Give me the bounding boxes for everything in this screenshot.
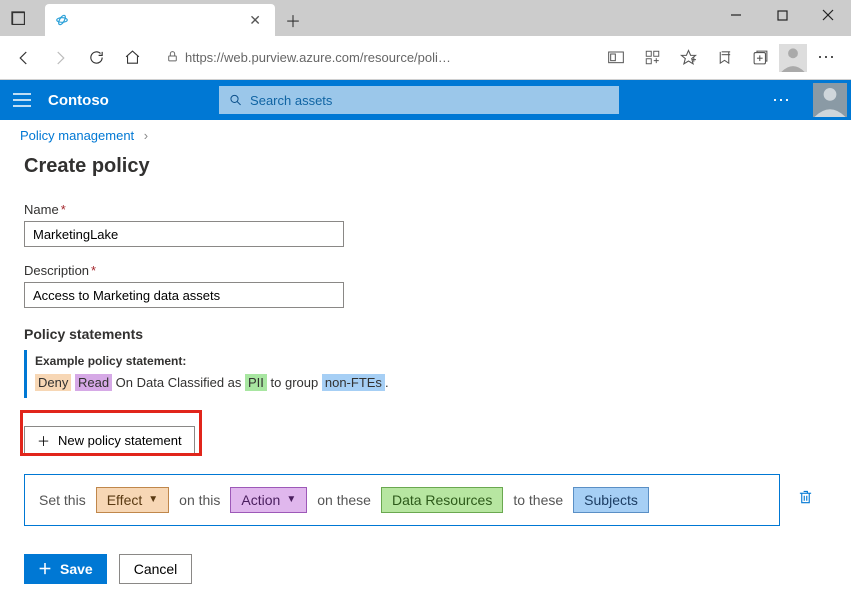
browser-tab[interactable]: ✕ bbox=[45, 4, 275, 36]
plus-icon: ＋ bbox=[38, 559, 52, 579]
plus-icon: ＋ bbox=[37, 431, 50, 450]
example-text: Deny Read On Data Classified as PII to g… bbox=[35, 373, 819, 394]
browser-toolbar: https://web.purview.azure.com/resource/p… bbox=[0, 36, 851, 80]
breadcrumb: Policy management › bbox=[0, 120, 851, 151]
app-header: Contoso ⋯ bbox=[0, 80, 851, 120]
search-box[interactable] bbox=[219, 86, 619, 114]
example-statement: Example policy statement: Deny Read On D… bbox=[24, 350, 827, 398]
new-policy-statement-button[interactable]: ＋ New policy statement bbox=[24, 426, 195, 456]
delete-statement-button[interactable] bbox=[798, 489, 813, 508]
header-more-button[interactable]: ⋯ bbox=[762, 83, 801, 117]
collections-button[interactable] bbox=[743, 42, 777, 74]
tab-close-icon[interactable]: ✕ bbox=[245, 10, 265, 31]
search-input[interactable] bbox=[250, 93, 609, 108]
description-label: Description* bbox=[24, 263, 827, 278]
url-text: https://web.purview.azure.com/resource/p… bbox=[185, 50, 451, 65]
lock-icon bbox=[166, 50, 179, 66]
chevron-right-icon: › bbox=[144, 128, 148, 143]
policy-statement-editor: Set this Effect▼ on this Action▼ on thes… bbox=[24, 474, 780, 526]
tabs-button[interactable] bbox=[0, 0, 36, 36]
breadcrumb-link[interactable]: Policy management bbox=[20, 128, 134, 143]
subjects-selector[interactable]: Subjects bbox=[573, 487, 649, 513]
page-content: Create policy Name* Description* Policy … bbox=[0, 151, 851, 588]
search-icon bbox=[229, 93, 242, 107]
name-label: Name* bbox=[24, 202, 827, 217]
back-button[interactable] bbox=[8, 42, 40, 74]
page-title: Create policy bbox=[24, 155, 827, 178]
cancel-button[interactable]: Cancel bbox=[119, 554, 193, 584]
favorite-button[interactable] bbox=[671, 42, 705, 74]
name-input[interactable] bbox=[24, 221, 344, 247]
user-avatar[interactable] bbox=[813, 83, 847, 117]
menu-button[interactable] bbox=[0, 80, 44, 120]
profile-button[interactable] bbox=[779, 44, 807, 72]
apps-button[interactable] bbox=[635, 42, 669, 74]
favorites-list-button[interactable] bbox=[707, 42, 741, 74]
data-resources-selector[interactable]: Data Resources bbox=[381, 487, 503, 513]
home-button[interactable] bbox=[116, 42, 148, 74]
forward-button bbox=[44, 42, 76, 74]
minimize-button[interactable] bbox=[713, 0, 759, 30]
window-controls bbox=[713, 0, 851, 30]
browser-titlebar: ✕ ＋ bbox=[0, 0, 851, 36]
address-bar[interactable]: https://web.purview.azure.com/resource/p… bbox=[158, 43, 589, 73]
close-window-button[interactable] bbox=[805, 0, 851, 30]
policy-statements-label: Policy statements bbox=[24, 326, 827, 342]
action-selector[interactable]: Action▼ bbox=[230, 487, 307, 513]
brand-name: Contoso bbox=[48, 92, 109, 109]
favicon-icon bbox=[55, 13, 69, 27]
caret-down-icon: ▼ bbox=[148, 494, 158, 505]
reader-button[interactable] bbox=[599, 42, 633, 74]
effect-selector[interactable]: Effect▼ bbox=[96, 487, 169, 513]
new-tab-button[interactable]: ＋ bbox=[279, 6, 307, 34]
maximize-button[interactable] bbox=[759, 0, 805, 30]
caret-down-icon: ▼ bbox=[286, 494, 296, 505]
save-button[interactable]: ＋ Save bbox=[24, 554, 107, 584]
refresh-button[interactable] bbox=[80, 42, 112, 74]
more-button[interactable]: ⋯ bbox=[809, 42, 843, 74]
description-input[interactable] bbox=[24, 282, 344, 308]
example-title: Example policy statement: bbox=[35, 352, 819, 371]
